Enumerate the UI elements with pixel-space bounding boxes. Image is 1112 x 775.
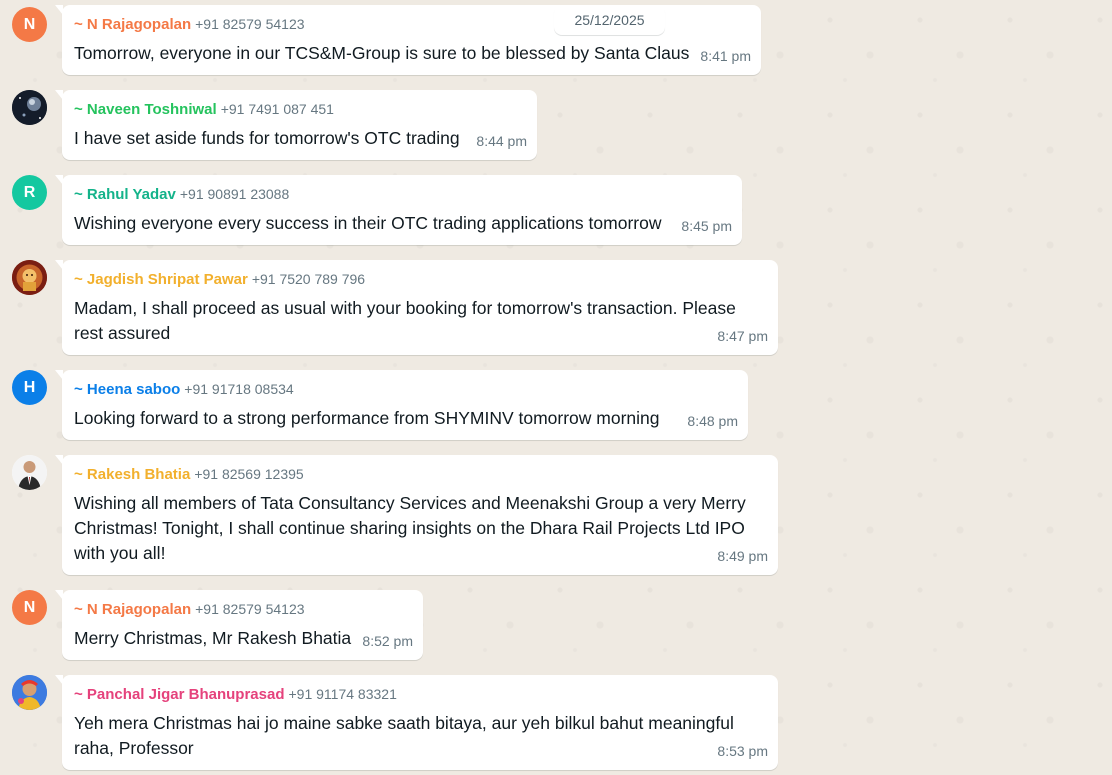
message-time: 8:49 pm [717,548,768,564]
message-bubble[interactable]: ~ Rahul Yadav +91 90891 23088 Wishing eve… [55,175,742,245]
message-sender[interactable]: ~ Rakesh Bhatia +91 82569 12395 [74,466,304,483]
message-time: 8:48 pm [687,413,738,429]
sender-name[interactable]: ~ Rahul Yadav [74,186,176,203]
message-bubble[interactable]: ~ N Rajagopalan +91 82579 54123 Merry Chr… [55,590,423,660]
message-time: 8:47 pm [717,328,768,344]
avatar[interactable] [12,90,47,125]
avatar[interactable]: N [12,590,47,625]
message-text: Wishing all members of Tata Consultancy … [74,493,746,563]
message-text: Madam, I shall proceed as usual with you… [74,298,736,343]
message-bubble[interactable]: ~ Heena saboo +91 91718 08534 Looking for… [55,370,748,440]
avatar[interactable] [12,675,47,710]
message-text: Wishing everyone every success in their … [74,213,662,233]
message-time: 8:52 pm [362,633,413,649]
sender-phone[interactable]: +91 91718 08534 [184,381,293,397]
avatar[interactable]: H [12,370,47,405]
message-bubble[interactable]: ~ Naveen Toshniwal +91 7491 087 451 I hav… [55,90,537,160]
sender-phone[interactable]: +91 82569 12395 [194,466,303,482]
avatar-initial: N [23,15,36,33]
sender-name[interactable]: ~ Panchal Jigar Bhanuprasad [74,686,285,703]
message-sender[interactable]: ~ Jagdish Shripat Pawar +91 7520 789 796 [74,271,365,288]
sender-name[interactable]: ~ Naveen Toshniwal [74,101,217,118]
avatar[interactable]: R [12,175,47,210]
message-text: Looking forward to a strong performance … [74,408,660,428]
message-text: Yeh mera Christmas hai jo maine sabke sa… [74,713,734,758]
sender-name[interactable]: ~ Rakesh Bhatia [74,466,190,483]
avatar-initial: R [23,183,36,201]
deity-photo-icon [12,260,47,295]
message-sender[interactable]: ~ N Rajagopalan +91 82579 54123 [74,16,305,33]
message-text: I have set aside funds for tomorrow's OT… [74,128,460,148]
message-bubble[interactable]: ~ Jagdish Shripat Pawar +91 7520 789 796 … [55,260,778,355]
message-text: Tomorrow, everyone in our TCS&M-Group is… [74,43,690,63]
colorful-portrait-photo-icon [12,675,47,710]
sender-phone[interactable]: +91 82579 54123 [195,16,304,32]
sender-name[interactable]: ~ Heena saboo [74,381,180,398]
message-bubble[interactable]: ~ Rakesh Bhatia +91 82569 12395 Wishing a… [55,455,778,575]
message-sender[interactable]: ~ Naveen Toshniwal +91 7491 087 451 [74,101,334,118]
sender-name[interactable]: ~ N Rajagopalan [74,16,191,33]
message-time: 8:53 pm [717,743,768,759]
date-divider: 25/12/2025 [554,5,665,35]
message-sender[interactable]: ~ Heena saboo +91 91718 08534 [74,381,294,398]
sender-phone[interactable]: +91 7520 789 796 [252,271,365,287]
avatar[interactable] [12,260,47,295]
sender-phone[interactable]: +91 82579 54123 [195,601,304,617]
sender-name[interactable]: ~ N Rajagopalan [74,601,191,618]
message-sender[interactable]: ~ Panchal Jigar Bhanuprasad +91 91174 833… [74,686,397,703]
sender-phone[interactable]: +91 91174 83321 [289,686,397,702]
message-bubble[interactable]: ~ Panchal Jigar Bhanuprasad +91 91174 833… [55,675,778,770]
message-time: 8:41 pm [700,48,751,64]
sender-phone[interactable]: +91 90891 23088 [180,186,289,202]
sender-phone[interactable]: +91 7491 087 451 [221,101,334,117]
message-time: 8:44 pm [476,133,527,149]
avatar-initial: N [23,598,36,616]
message-text: Merry Christmas, Mr Rakesh Bhatia [74,628,352,648]
avatar-initial: H [23,378,36,396]
space-photo-icon [12,90,47,125]
message-sender[interactable]: ~ N Rajagopalan +91 82579 54123 [74,601,305,618]
avatar[interactable] [12,455,47,490]
sender-name[interactable]: ~ Jagdish Shripat Pawar [74,271,248,288]
message-sender[interactable]: ~ Rahul Yadav +91 90891 23088 [74,186,289,203]
avatar[interactable]: N [12,7,47,42]
man-in-suit-photo-icon [12,455,47,490]
message-time: 8:45 pm [681,218,732,234]
